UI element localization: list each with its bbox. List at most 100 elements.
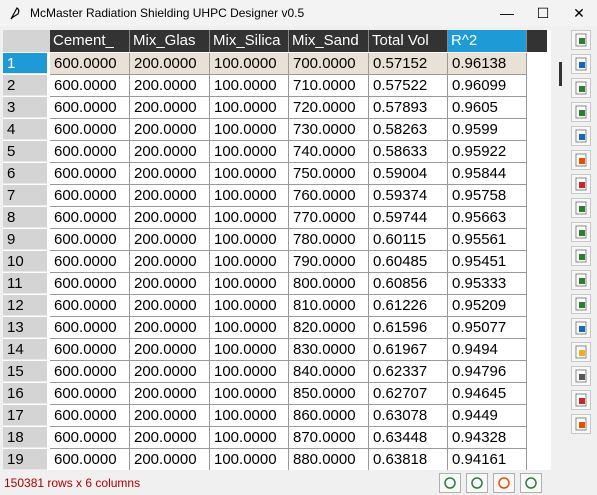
table-cell[interactable]: 0.95333: [448, 273, 527, 295]
table-cell[interactable]: 100.0000: [210, 141, 289, 163]
table-cell[interactable]: 600.0000: [50, 207, 130, 229]
row-index[interactable]: 1: [3, 53, 47, 74]
table-cell[interactable]: 750.0000: [289, 163, 369, 185]
table-row[interactable]: 16 600.0000 200.0000 100.0000 850.0000 0.6270…: [3, 383, 527, 405]
table-cell[interactable]: 200.0000: [130, 163, 210, 185]
table-cell[interactable]: 600.0000: [50, 405, 130, 427]
transpose-button[interactable]: [571, 246, 591, 266]
analysis-chart-button[interactable]: [571, 390, 591, 410]
column-header-r2[interactable]: R^2: [448, 30, 527, 52]
table-row[interactable]: 3 600.0000 200.0000 100.0000 720.0000 0.57893…: [3, 97, 527, 119]
table-cell[interactable]: 0.95758: [448, 185, 527, 207]
column-header-cement[interactable]: Cement_: [50, 30, 130, 52]
table-cell[interactable]: 100.0000: [210, 295, 289, 317]
table-cell[interactable]: 200.0000: [130, 317, 210, 339]
table-cell[interactable]: 200.0000: [130, 141, 210, 163]
table-cell[interactable]: 0.96099: [448, 75, 527, 97]
table-cell[interactable]: 200.0000: [130, 53, 210, 75]
table-cell[interactable]: 0.57152: [369, 53, 448, 75]
row-index[interactable]: 2: [3, 75, 47, 96]
table-cell[interactable]: 0.60115: [369, 229, 448, 251]
table-cell[interactable]: 200.0000: [130, 339, 210, 361]
table-cell[interactable]: 200.0000: [130, 405, 210, 427]
table-cell[interactable]: 0.63448: [369, 427, 448, 449]
table-cell[interactable]: 760.0000: [289, 185, 369, 207]
table-cell[interactable]: 0.95209: [448, 295, 527, 317]
table-cell[interactable]: 700.0000: [289, 53, 369, 75]
row-index[interactable]: 10: [3, 251, 47, 272]
table-cell[interactable]: 100.0000: [210, 449, 289, 470]
save-button[interactable]: [571, 30, 591, 50]
table-row[interactable]: 7 600.0000 200.0000 100.0000 760.0000 0.59374…: [3, 185, 527, 207]
table-cell[interactable]: 600.0000: [50, 273, 130, 295]
table-cell[interactable]: 600.0000: [50, 75, 130, 97]
table-cell[interactable]: 100.0000: [210, 339, 289, 361]
column-header-mix-sand[interactable]: Mix_Sand: [289, 30, 369, 52]
column-header-mix-silica[interactable]: Mix_Silica: [210, 30, 289, 52]
table-cell[interactable]: 0.57522: [369, 75, 448, 97]
table-cell[interactable]: 0.94328: [448, 427, 527, 449]
table-row[interactable]: 10 600.0000 200.0000 100.0000 790.0000 0.6048…: [3, 251, 527, 273]
table-cell[interactable]: 600.0000: [50, 339, 130, 361]
table-cell[interactable]: 600.0000: [50, 317, 130, 339]
table-row[interactable]: 13 600.0000 200.0000 100.0000 820.0000 0.6159…: [3, 317, 527, 339]
table-row[interactable]: 6 600.0000 200.0000 100.0000 750.0000 0.59004…: [3, 163, 527, 185]
table-cell[interactable]: 600.0000: [50, 251, 130, 273]
table-cell[interactable]: 600.0000: [50, 383, 130, 405]
header-corner[interactable]: [3, 30, 50, 52]
table-cell[interactable]: 600.0000: [50, 97, 130, 119]
table-cell[interactable]: 200.0000: [130, 427, 210, 449]
prev-page-button[interactable]: [439, 473, 461, 493]
table-cell[interactable]: 100.0000: [210, 207, 289, 229]
table-cell[interactable]: 200.0000: [130, 361, 210, 383]
table-cell[interactable]: 810.0000: [289, 295, 369, 317]
row-index[interactable]: 11: [3, 273, 47, 294]
redo-button[interactable]: [571, 222, 591, 242]
table-cell[interactable]: 100.0000: [210, 53, 289, 75]
table-cell[interactable]: 850.0000: [289, 383, 369, 405]
calculator-button[interactable]: [571, 366, 591, 386]
table-cell[interactable]: 0.94161: [448, 449, 527, 470]
table-cell[interactable]: 790.0000: [289, 251, 369, 273]
table-row[interactable]: 1 600.0000 200.0000 100.0000 700.0000 0.57152…: [3, 53, 527, 75]
table-cell[interactable]: 200.0000: [130, 119, 210, 141]
zoom-in-button[interactable]: [520, 473, 542, 493]
table-cell[interactable]: 0.9449: [448, 405, 527, 427]
close-button[interactable]: ✕: [561, 0, 597, 26]
table-cell[interactable]: 0.59744: [369, 207, 448, 229]
edit-button[interactable]: [571, 342, 591, 362]
table-cell[interactable]: 0.62337: [369, 361, 448, 383]
table-cell[interactable]: 0.95077: [448, 317, 527, 339]
table-cell[interactable]: 800.0000: [289, 273, 369, 295]
undo-button[interactable]: [571, 198, 591, 218]
table-row[interactable]: 4 600.0000 200.0000 100.0000 730.0000 0.58263…: [3, 119, 527, 141]
table-row[interactable]: 2 600.0000 200.0000 100.0000 710.0000 0.57522…: [3, 75, 527, 97]
copy-button[interactable]: [571, 126, 591, 146]
table-row[interactable]: 9 600.0000 200.0000 100.0000 780.0000 0.60115…: [3, 229, 527, 251]
table-cell[interactable]: 200.0000: [130, 97, 210, 119]
table-cell[interactable]: 100.0000: [210, 229, 289, 251]
table-row[interactable]: 19 600.0000 200.0000 100.0000 880.0000 0.6381…: [3, 449, 527, 470]
table-cell[interactable]: 780.0000: [289, 229, 369, 251]
table-cell[interactable]: 0.94645: [448, 383, 527, 405]
table-cell[interactable]: 100.0000: [210, 185, 289, 207]
table-cell[interactable]: 600.0000: [50, 119, 130, 141]
table-cell[interactable]: 860.0000: [289, 405, 369, 427]
table-row[interactable]: 15 600.0000 200.0000 100.0000 840.0000 0.6233…: [3, 361, 527, 383]
table-cell[interactable]: 740.0000: [289, 141, 369, 163]
minimize-button[interactable]: —: [489, 0, 525, 26]
table-cell[interactable]: 200.0000: [130, 273, 210, 295]
table-cell[interactable]: 200.0000: [130, 449, 210, 470]
column-chart-button[interactable]: [571, 294, 591, 314]
table-cell[interactable]: 600.0000: [50, 361, 130, 383]
table-cell[interactable]: 710.0000: [289, 75, 369, 97]
table-cell[interactable]: 600.0000: [50, 229, 130, 251]
report-button[interactable]: [571, 414, 591, 434]
table-cell[interactable]: 770.0000: [289, 207, 369, 229]
maximize-button[interactable]: ☐: [525, 0, 561, 26]
table-cell[interactable]: 0.63078: [369, 405, 448, 427]
vertical-scrollbar[interactable]: [553, 54, 563, 466]
row-index[interactable]: 18: [3, 427, 47, 448]
table-cell[interactable]: 100.0000: [210, 361, 289, 383]
table-cell[interactable]: 100.0000: [210, 163, 289, 185]
